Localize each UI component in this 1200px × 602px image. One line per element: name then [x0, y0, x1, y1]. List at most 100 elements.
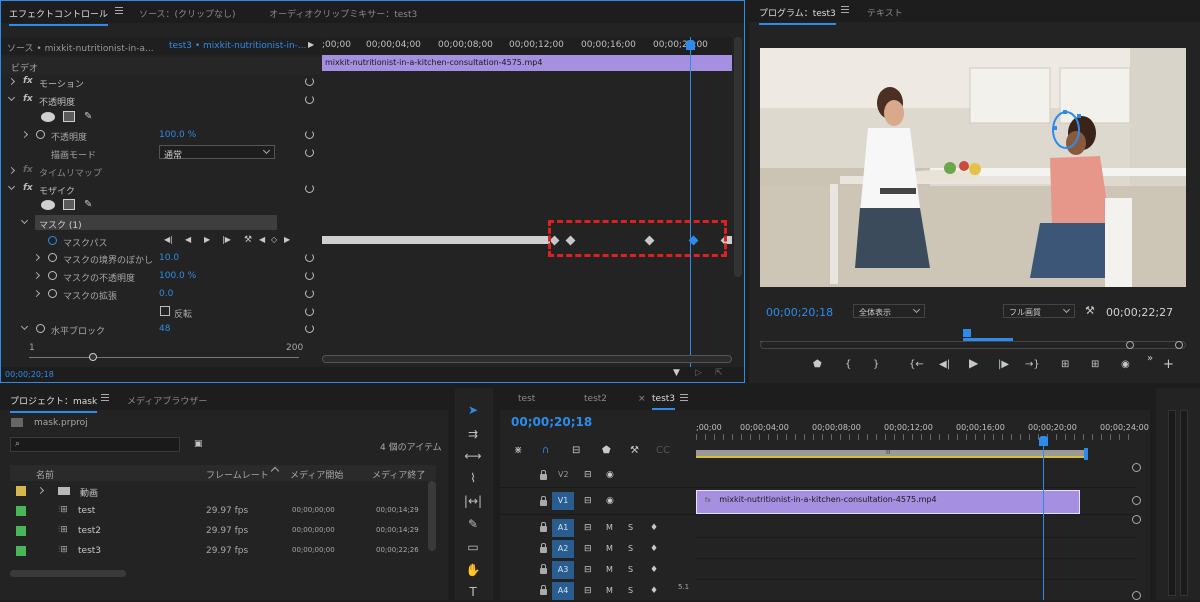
zoom-select[interactable]: 全体表示 — [853, 304, 925, 318]
slider-thumb[interactable] — [89, 353, 97, 361]
effect-clip-bar[interactable]: mixkit-nutritionist-in-a-kitchen-consult… — [322, 55, 732, 71]
keyframe-prev-icon[interactable]: ◀ — [259, 235, 265, 245]
nest-icon[interactable]: ⋇ — [514, 446, 522, 456]
reset-icon[interactable] — [305, 253, 314, 262]
zoom-scroll-left[interactable] — [1126, 341, 1134, 349]
captions-icon[interactable]: CC — [656, 446, 670, 456]
timeline-playhead-handle[interactable] — [1039, 436, 1048, 446]
rect-mask-icon[interactable] — [63, 199, 75, 210]
reset-icon[interactable] — [305, 148, 314, 157]
panel-menu-icon[interactable] — [841, 6, 849, 13]
wrench-icon[interactable]: ⚒ — [244, 235, 252, 245]
pen-icon[interactable]: ✎ — [84, 112, 92, 122]
timeline-ruler[interactable]: ;00;00 00;00;04;00 00;00;08;00 00;00;12;… — [696, 418, 1149, 448]
filter-icon[interactable]: ▼ — [673, 368, 680, 378]
solo-label[interactable]: S — [628, 565, 633, 575]
project-hscroll[interactable] — [10, 570, 126, 577]
program-timecode[interactable]: 00;00;20;18 — [766, 306, 833, 319]
fx-icon[interactable]: fx — [23, 183, 33, 193]
eye-icon[interactable]: ◉ — [606, 496, 614, 506]
mic-icon[interactable]: ♦ — [650, 544, 658, 554]
mic-icon[interactable]: ♦ — [650, 565, 658, 575]
current-time-label[interactable]: 00;00;20;18 — [5, 370, 54, 379]
panel-menu-icon[interactable] — [115, 7, 123, 14]
lane-a2[interactable] — [696, 539, 1136, 559]
work-area-end-handle[interactable] — [1084, 448, 1088, 460]
sort-icon[interactable] — [270, 466, 280, 476]
slip-tool-icon[interactable]: |↔| — [460, 491, 486, 511]
ellipse-mask-icon[interactable] — [41, 200, 55, 210]
list-item[interactable]: ⫶⊞ test 29.97 fps 00;00;00;00 00;00;14;2… — [10, 501, 426, 521]
mark-out-icon[interactable]: } — [873, 360, 879, 370]
invert-checkbox[interactable] — [160, 306, 170, 316]
mic-icon[interactable]: ♦ — [650, 586, 658, 596]
play-icon[interactable]: ▶ — [204, 235, 210, 245]
scrubber-playhead-icon[interactable] — [963, 329, 971, 337]
type-tool-icon[interactable]: T — [460, 582, 486, 602]
mute-label[interactable]: M — [606, 565, 613, 575]
col-name[interactable]: 名前 — [36, 468, 54, 481]
slider-track[interactable] — [29, 357, 299, 358]
solo-label[interactable]: S — [628, 544, 633, 554]
lock-icon[interactable] — [540, 585, 547, 595]
lane-v2[interactable] — [696, 464, 1136, 488]
chevron-right-icon[interactable] — [7, 77, 16, 86]
film-icon[interactable]: ⊟ — [584, 470, 592, 480]
tab-seq-test3[interactable]: test3 — [652, 394, 676, 410]
wrench-icon[interactable]: ⚒ — [630, 446, 639, 456]
label-color-swatch[interactable] — [16, 546, 26, 556]
export-icon[interactable]: ⇱ — [715, 368, 723, 378]
mute-label[interactable]: M — [606, 586, 613, 596]
tab-project[interactable]: プロジェクト：mask — [10, 394, 98, 413]
track-label-a2[interactable]: A2 — [552, 540, 574, 558]
effect-vscroll[interactable] — [734, 37, 742, 277]
track-label-a1[interactable]: A1 — [552, 519, 574, 537]
program-zoom-scroll[interactable] — [760, 341, 1186, 349]
chevron-right-icon[interactable] — [32, 271, 41, 280]
chevron-down-icon[interactable] — [20, 322, 29, 331]
eye-icon[interactable]: ◉ — [606, 470, 614, 480]
effect-playhead[interactable] — [690, 37, 691, 367]
panel-menu-icon[interactable] — [680, 394, 688, 401]
fx-icon[interactable]: fx — [23, 94, 33, 104]
solo-label[interactable]: S — [628, 586, 633, 596]
track-label-a4[interactable]: A4 — [552, 582, 574, 600]
timeline-timecode[interactable]: 00;00;20;18 — [511, 415, 592, 429]
razor-tool-icon[interactable]: ⌇ — [460, 468, 486, 488]
solo-label[interactable]: S — [628, 523, 633, 533]
effect-ruler[interactable]: ;00;00 00;00;04;00 00;00;08;00 00;00;12;… — [322, 37, 732, 55]
rectangle-tool-icon[interactable]: ▭ — [460, 537, 486, 557]
pen-tool-icon[interactable]: ✎ — [460, 514, 486, 534]
film-icon[interactable]: ⊟ — [584, 544, 592, 554]
chevron-right-icon[interactable] — [32, 289, 41, 298]
chevron-right-icon[interactable] — [20, 130, 29, 139]
chevron-right-icon[interactable] — [32, 253, 41, 262]
close-icon[interactable]: × — [638, 394, 646, 404]
track-forward-icon[interactable]: |▶ — [222, 235, 231, 245]
mic-icon[interactable]: ♦ — [650, 523, 658, 533]
effect-hscroll[interactable] — [322, 355, 732, 363]
stopwatch-icon[interactable] — [48, 253, 57, 262]
tab-media-browser[interactable]: メディアブラウザー — [127, 394, 207, 407]
label-color-swatch[interactable] — [16, 526, 26, 536]
panel-menu-icon[interactable] — [101, 394, 109, 401]
mask-feather-value[interactable]: 10.0 — [159, 253, 179, 263]
stopwatch-icon[interactable] — [48, 271, 57, 280]
lift-icon[interactable]: ⊞ — [1061, 360, 1069, 370]
chevron-right-icon[interactable] — [7, 166, 16, 175]
vscroll-handle-icon[interactable] — [1132, 515, 1141, 524]
timeline-clip[interactable]: fx mixkit-nutritionist-in-a-kitchen-cons… — [696, 490, 1080, 514]
stopwatch-icon[interactable] — [48, 289, 57, 298]
go-to-in-icon[interactable]: {← — [909, 360, 924, 370]
program-video-frame[interactable] — [760, 48, 1186, 287]
reset-icon[interactable] — [305, 324, 314, 333]
film-icon[interactable]: ⊟ — [584, 586, 592, 596]
lock-icon[interactable] — [540, 496, 547, 506]
extract-icon[interactable]: ⊞ — [1091, 360, 1099, 370]
lock-icon[interactable] — [540, 564, 547, 574]
wrench-icon[interactable]: ⚒ — [1085, 305, 1095, 316]
project-search-input[interactable]: ⌕ — [10, 437, 180, 452]
step-backward-icon[interactable]: ◀ — [185, 235, 191, 245]
tab-seq-test[interactable]: test — [518, 394, 535, 404]
pen-icon[interactable]: ✎ — [84, 200, 92, 210]
